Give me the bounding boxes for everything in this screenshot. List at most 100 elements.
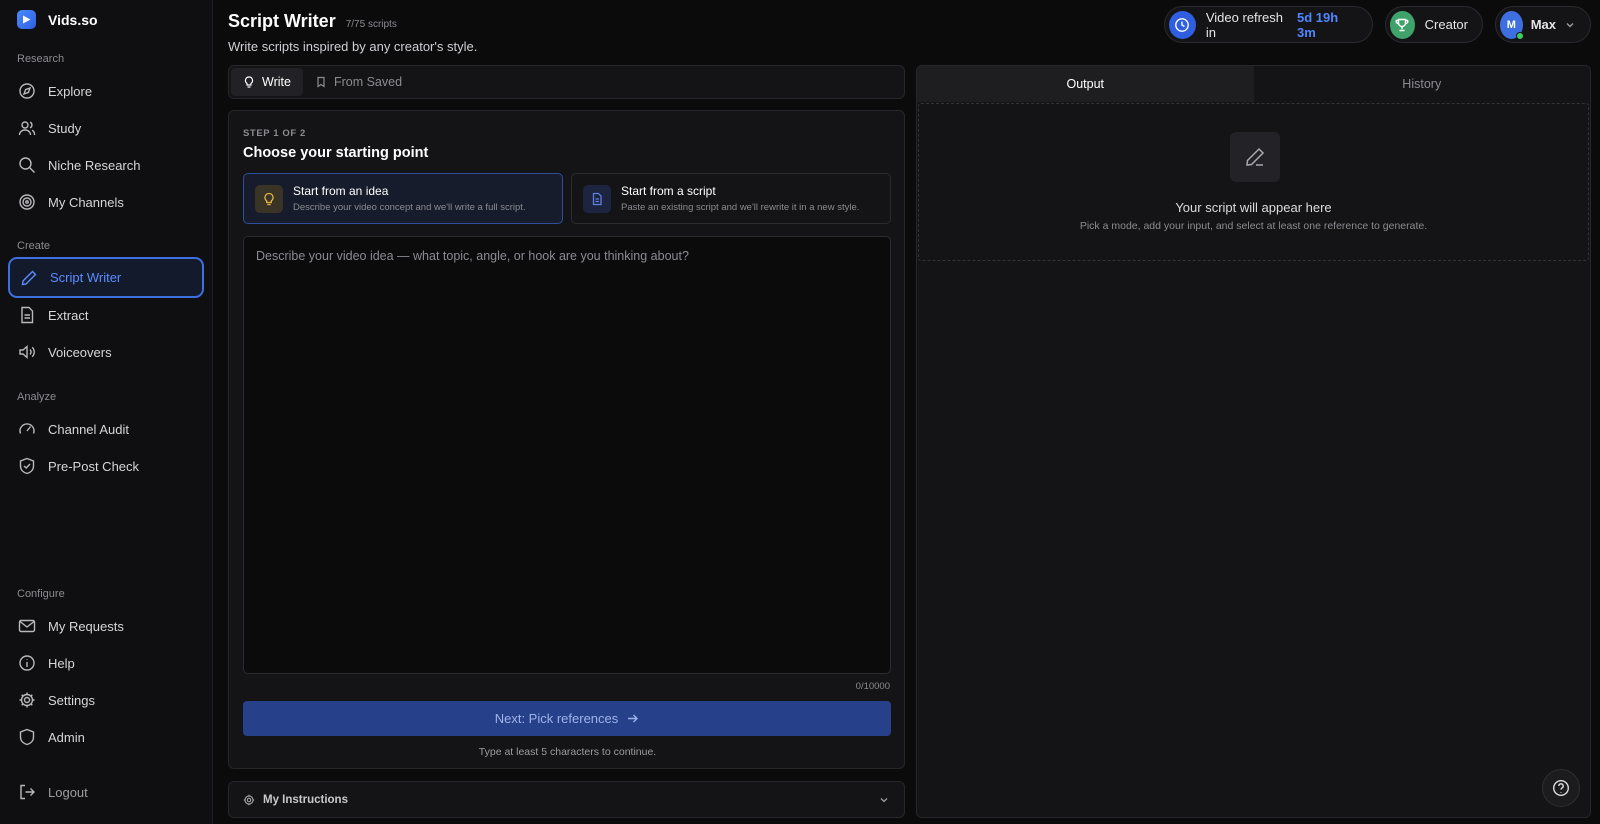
card-heading: Choose your starting point — [243, 145, 429, 161]
brand[interactable]: Vids.so — [17, 10, 98, 29]
empty-state-title: Your script will appear here — [1175, 200, 1332, 215]
search-icon — [18, 156, 36, 174]
page-title: Script Writer — [228, 11, 336, 31]
clock-icon — [1169, 10, 1196, 39]
shield-check-icon — [18, 457, 36, 475]
pen-icon — [1230, 132, 1280, 182]
sidebar-item-label: Voiceovers — [48, 344, 112, 360]
script-count: 7/75 scripts — [345, 19, 397, 30]
sidebar-item-script-writer[interactable]: Script Writer — [8, 257, 204, 298]
option-start-from-idea[interactable]: Start from an idea Describe your video c… — [243, 173, 563, 224]
mode-tabs: Write From Saved — [228, 65, 905, 99]
sidebar-item-my-channels[interactable]: My Channels — [8, 183, 204, 221]
tab-output[interactable]: Output — [917, 66, 1254, 102]
question-icon — [1552, 779, 1570, 797]
sidebar-item-label: Explore — [48, 83, 93, 99]
tab-write[interactable]: Write — [231, 68, 303, 96]
avatar: M — [1500, 10, 1524, 40]
continue-hint: Type at least 5 characters to continue. — [478, 746, 657, 758]
option-title: Start from a script — [621, 184, 716, 198]
sidebar-item-label: Pre-Post Check — [48, 458, 140, 474]
next-button-label: Next: Pick references — [494, 711, 619, 726]
sidebar-item-my-requests[interactable]: My Requests — [8, 607, 204, 645]
output-tabs: Output History — [917, 66, 1590, 102]
tab-label: Write — [262, 75, 291, 89]
section-label-configure: Configure — [17, 588, 65, 600]
step-indicator: STEP 1 OF 2 — [243, 128, 306, 139]
users-icon — [18, 119, 36, 137]
online-status-dot — [1515, 31, 1524, 40]
refresh-label: Video refresh in — [1205, 9, 1283, 40]
sidebar-item-label: Script Writer — [50, 270, 122, 285]
sidebar-item-label: Admin — [48, 729, 85, 745]
sidebar-item-explore[interactable]: Explore — [8, 72, 204, 110]
sidebar-item-extract[interactable]: Extract — [8, 296, 204, 334]
tab-history[interactable]: History — [1254, 66, 1591, 102]
sidebar-item-study[interactable]: Study — [8, 109, 204, 147]
section-label-research: Research — [17, 53, 65, 65]
sidebar-item-help[interactable]: Help — [8, 644, 204, 682]
page-title-group: Script Writer 7/75 scripts — [228, 11, 397, 32]
trophy-icon — [1390, 10, 1415, 39]
document-icon — [18, 306, 36, 324]
sidebar-item-label: Channel Audit — [48, 421, 129, 437]
sidebar-item-label: Help — [48, 655, 75, 671]
chevron-down-icon — [878, 794, 890, 806]
character-count: 0/10000 — [855, 681, 890, 692]
document-icon — [583, 184, 611, 213]
arrow-right-icon — [626, 712, 639, 725]
option-start-from-script[interactable]: Start from a script Paste an existing sc… — [571, 173, 891, 224]
sidebar-item-label: Settings — [48, 692, 95, 708]
brand-name: Vids.so — [48, 11, 98, 28]
next-pick-references-button[interactable]: Next: Pick references — [243, 701, 891, 736]
sidebar-item-pre-post-check[interactable]: Pre-Post Check — [8, 447, 204, 485]
sidebar-item-channel-audit[interactable]: Channel Audit — [8, 410, 204, 448]
refresh-time: 5d 19h 3m — [1296, 9, 1339, 40]
sidebar-item-label: Niche Research — [48, 157, 141, 173]
lightbulb-icon — [243, 76, 255, 88]
section-label-create: Create — [17, 240, 51, 252]
sidebar-item-voiceovers[interactable]: Voiceovers — [8, 333, 204, 371]
video-refresh-badge[interactable]: Video refresh in 5d 19h 3m — [1164, 6, 1373, 43]
page-subtitle: Write scripts inspired by any creator's … — [228, 39, 478, 54]
plan-label: Creator — [1424, 17, 1468, 32]
option-description: Describe your video concept and we'll wr… — [293, 202, 526, 213]
my-instructions-toggle[interactable]: My Instructions — [228, 781, 905, 818]
logout-button[interactable]: Logout — [8, 774, 204, 810]
sidebar-item-label: My Requests — [48, 618, 124, 634]
tab-from-saved[interactable]: From Saved — [303, 68, 414, 96]
sidebar-item-label: Study — [48, 120, 82, 136]
user-name: Max — [1530, 17, 1556, 32]
section-label-analyze: Analyze — [17, 391, 57, 403]
user-menu-button[interactable]: M Max — [1495, 6, 1591, 43]
chevron-down-icon — [1564, 19, 1576, 31]
sidebar-item-settings[interactable]: Settings — [8, 681, 204, 719]
logout-label: Logout — [48, 784, 88, 800]
shield-icon — [18, 728, 36, 746]
lightbulb-icon — [255, 184, 283, 213]
output-panel: Output History Your script will appear h… — [916, 65, 1591, 818]
info-icon — [18, 654, 36, 672]
sidebar-item-label: My Channels — [48, 194, 124, 210]
sidebar-item-niche-research[interactable]: Niche Research — [8, 146, 204, 184]
gear-icon — [18, 691, 36, 709]
instructions-label: My Instructions — [263, 793, 348, 806]
video-idea-input[interactable] — [243, 236, 891, 674]
output-empty-state: Your script will appear here Pick a mode… — [918, 103, 1589, 261]
script-setup-card: STEP 1 OF 2 Choose your starting point S… — [228, 110, 905, 769]
logout-icon — [18, 783, 36, 801]
empty-state-description: Pick a mode, add your input, and select … — [1079, 220, 1428, 232]
help-button[interactable] — [1542, 769, 1580, 807]
speaker-icon — [18, 343, 36, 361]
tab-label: From Saved — [333, 75, 403, 89]
target-icon — [18, 193, 36, 211]
plan-badge[interactable]: Creator — [1385, 6, 1483, 43]
pen-icon — [20, 269, 38, 287]
gear-icon — [243, 794, 255, 806]
option-description: Paste an existing script and we'll rewri… — [621, 202, 860, 213]
brand-logo-icon — [17, 10, 36, 29]
compass-icon — [18, 82, 36, 100]
sidebar-item-label: Extract — [48, 307, 89, 323]
option-title: Start from an idea — [293, 184, 389, 198]
sidebar-item-admin[interactable]: Admin — [8, 718, 204, 756]
